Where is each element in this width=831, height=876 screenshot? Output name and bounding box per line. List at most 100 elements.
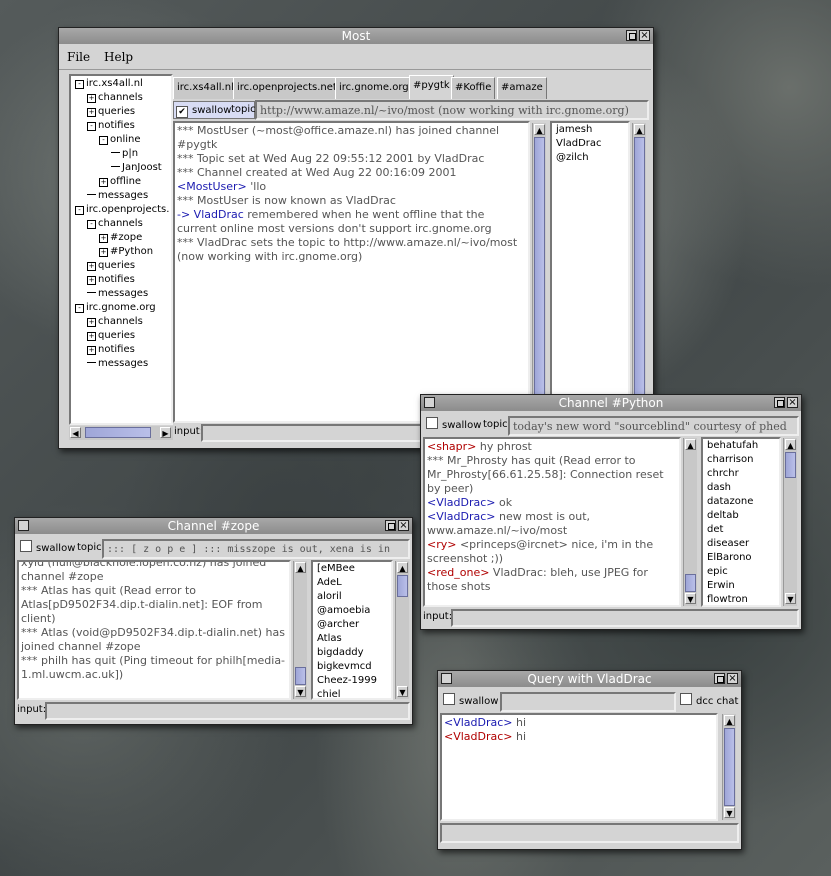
swallow-toggle[interactable]: swallow topic	[423, 417, 508, 435]
scroll-up-icon[interactable]: ▲	[785, 439, 796, 450]
close-icon[interactable]: ×	[787, 397, 798, 408]
query-titlebar[interactable]: Query with VladDrac ×	[438, 671, 741, 687]
expand-icon[interactable]: +	[87, 332, 96, 341]
collapse-icon[interactable]: -	[75, 304, 84, 313]
nick-item[interactable]: @zilch	[552, 151, 628, 165]
tree-node[interactable]: + #Python	[71, 245, 171, 259]
expand-icon[interactable]: +	[87, 276, 96, 285]
nick-scroll-thumb[interactable]	[785, 452, 796, 478]
maximize-icon[interactable]	[774, 397, 785, 408]
nick-item[interactable]: Cheez-1999	[313, 674, 391, 688]
dcc-chat-checkbox[interactable]	[680, 693, 692, 705]
nick-item[interactable]: Atlas	[313, 632, 391, 646]
swallow-toggle[interactable]: ✔ swallow topic	[173, 101, 256, 119]
tab-amaze[interactable]: #amaze	[497, 77, 547, 99]
nick-item[interactable]: det	[703, 523, 779, 537]
nick-item[interactable]: deltab	[703, 509, 779, 523]
tree-node[interactable]: messages	[71, 189, 171, 203]
nick-item[interactable]: dash	[703, 481, 779, 495]
expand-icon[interactable]: +	[87, 94, 96, 103]
nick-item[interactable]: [eMBee	[313, 562, 391, 576]
scroll-up-icon[interactable]: ▲	[685, 439, 696, 450]
nick-item[interactable]: chrchr	[703, 467, 779, 481]
query-topic-field[interactable]	[500, 692, 676, 712]
tree-node[interactable]: + queries	[71, 259, 171, 273]
swallow-checkbox[interactable]	[443, 693, 455, 705]
maximize-icon[interactable]	[385, 520, 396, 531]
tab-gnome[interactable]: irc.gnome.org	[335, 77, 413, 99]
nick-item[interactable]: aloril	[313, 590, 391, 604]
log-scroll-thumb[interactable]	[685, 574, 696, 592]
log-scroll-thumb[interactable]	[534, 137, 545, 397]
scroll-up-icon[interactable]: ▲	[295, 562, 306, 573]
menu-help[interactable]: Help	[104, 50, 133, 64]
dcc-chat-toggle[interactable]: dcc chat	[680, 693, 739, 711]
menu-file[interactable]: File	[67, 50, 90, 64]
topic-field[interactable]: http://www.amaze.nl/~ivo/most (now worki…	[255, 100, 649, 120]
python-titlebar[interactable]: Channel #Python ×	[421, 395, 801, 411]
collapse-icon[interactable]: -	[75, 206, 84, 215]
topic-field[interactable]: today's new word "sourceblind" courtesy …	[508, 416, 799, 436]
tree-node[interactable]: - notifies	[71, 119, 171, 133]
tree-node[interactable]: JanJoost	[71, 161, 171, 175]
message-input[interactable]	[45, 702, 410, 720]
log-scroll-thumb[interactable]	[724, 728, 735, 806]
swallow-checkbox[interactable]	[20, 540, 32, 552]
scroll-up-icon[interactable]: ▲	[724, 715, 735, 726]
nick-scroll-thumb[interactable]	[634, 137, 645, 397]
tree-node[interactable]: + notifies	[71, 343, 171, 357]
tree-node[interactable]: - online	[71, 133, 171, 147]
maximize-icon[interactable]	[714, 673, 725, 684]
tree-node[interactable]: + notifies	[71, 273, 171, 287]
nick-scrollbar[interactable]: ▲ ▼	[395, 561, 409, 699]
tree-node[interactable]: messages	[71, 287, 171, 301]
log-scroll-thumb[interactable]	[295, 667, 306, 685]
tree-node[interactable]: + offline	[71, 175, 171, 189]
nick-item[interactable]: bigdaddy	[313, 646, 391, 660]
nick-item[interactable]: chiel	[313, 688, 391, 698]
log-scrollbar[interactable]: ▲ ▼	[293, 561, 307, 699]
nick-item[interactable]: flowtron	[703, 593, 779, 605]
swallow-toggle[interactable]: swallow topic	[17, 540, 102, 558]
collapse-icon[interactable]: -	[87, 122, 96, 131]
scroll-down-icon[interactable]: ▼	[785, 593, 796, 604]
expand-icon[interactable]: +	[99, 178, 108, 187]
nick-item[interactable]: Erwin	[703, 579, 779, 593]
window-menu-icon[interactable]	[441, 673, 452, 684]
tree-hscrollbar[interactable]: ◀ ▶	[69, 426, 173, 440]
main-titlebar[interactable]: Most ×	[59, 28, 653, 44]
nick-scrollbar[interactable]: ▲ ▼	[783, 438, 797, 606]
collapse-icon[interactable]: -	[75, 80, 84, 89]
scroll-down-icon[interactable]: ▼	[685, 593, 696, 604]
scroll-up-icon[interactable]: ▲	[634, 124, 645, 135]
tree-node[interactable]: + queries	[71, 329, 171, 343]
nick-item[interactable]: behatufah	[703, 439, 779, 453]
message-input[interactable]	[440, 823, 739, 843]
tree-node[interactable]: - irc.xs4all.nl	[71, 77, 171, 91]
log-scrollbar[interactable]: ▲	[532, 123, 546, 423]
nick-item[interactable]: @archer	[313, 618, 391, 632]
close-icon[interactable]: ×	[398, 520, 409, 531]
log-scrollbar[interactable]: ▲ ▼	[683, 438, 697, 606]
scroll-up-icon[interactable]: ▲	[534, 124, 545, 135]
zope-titlebar[interactable]: Channel #zope ×	[15, 518, 412, 534]
topic-field[interactable]: ::: [ z o p e ] ::: misszope is out, xen…	[102, 539, 410, 559]
scroll-left-icon[interactable]: ◀	[70, 427, 81, 438]
expand-icon[interactable]: +	[87, 346, 96, 355]
expand-icon[interactable]: +	[87, 108, 96, 117]
tree-node[interactable]: p|n	[71, 147, 171, 161]
message-input[interactable]	[451, 609, 799, 627]
nick-item[interactable]: ElBarono	[703, 551, 779, 565]
tree-node[interactable]: messages	[71, 357, 171, 371]
nick-item[interactable]: jamesh	[552, 123, 628, 137]
tree-node[interactable]: - channels	[71, 217, 171, 231]
nick-item[interactable]: bigkevmcd	[313, 660, 391, 674]
swallow-toggle[interactable]: swallow	[440, 693, 500, 711]
swallow-checkbox[interactable]	[426, 417, 438, 429]
close-icon[interactable]: ×	[639, 30, 650, 41]
maximize-icon[interactable]	[626, 30, 637, 41]
nick-item[interactable]: AdeL	[313, 576, 391, 590]
expand-icon[interactable]: +	[99, 234, 108, 243]
collapse-icon[interactable]: -	[87, 220, 96, 229]
tree-node[interactable]: - irc.gnome.org	[71, 301, 171, 315]
